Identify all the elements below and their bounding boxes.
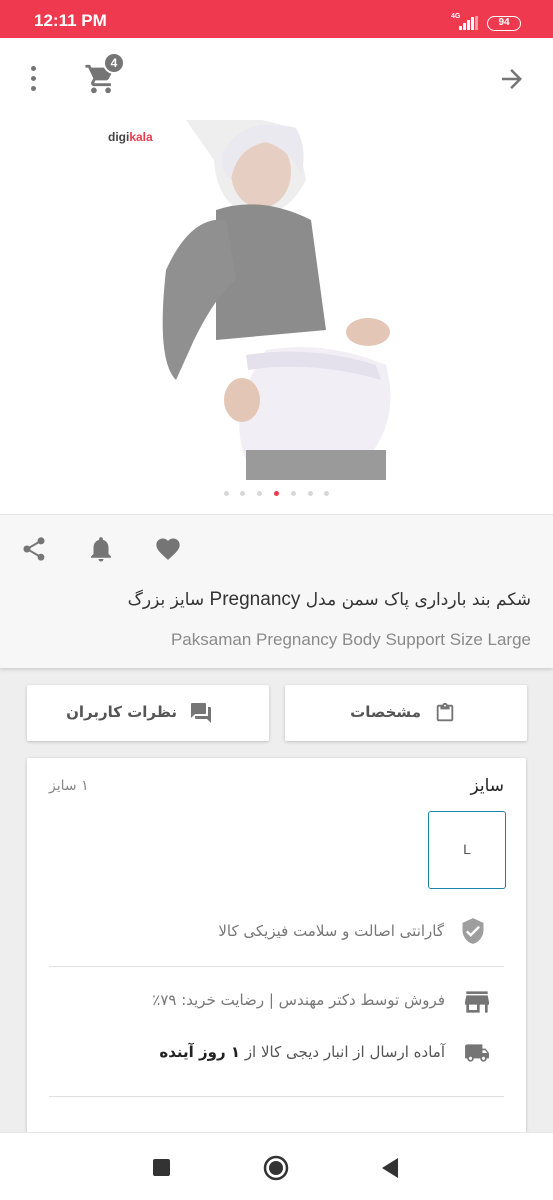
- heart-icon[interactable]: [152, 535, 184, 563]
- product-title-en: Paksaman Pregnancy Body Support Size Lar…: [170, 630, 531, 649]
- pager-dot[interactable]: [224, 491, 229, 496]
- reviews-button[interactable]: نظرات کاربران: [27, 685, 269, 741]
- store-icon: [465, 991, 489, 1013]
- product-gallery[interactable]: digikala: [0, 120, 553, 514]
- chat-icon: [191, 703, 211, 723]
- shield-check-icon: [462, 918, 484, 944]
- product-title-fa: شکم بند بارداری پاک سمن مدل Pregnancy سا…: [127, 589, 531, 610]
- cart-count-badge: 4: [103, 52, 125, 74]
- pager-dot-active[interactable]: [274, 491, 279, 496]
- top-toolbar: 4: [0, 38, 553, 120]
- bell-icon[interactable]: [86, 534, 116, 564]
- gallery-pager: [224, 491, 332, 499]
- product-photo[interactable]: [96, 120, 436, 480]
- share-icon[interactable]: [20, 535, 48, 563]
- specs-label: مشخصات: [350, 703, 421, 721]
- status-time: 12:11 PM: [34, 11, 107, 30]
- signal-icon: [459, 16, 479, 30]
- size-title: سایز: [470, 776, 504, 796]
- pager-dot[interactable]: [324, 491, 329, 496]
- size-count: ۱ سایز: [49, 778, 89, 794]
- battery-level: 94: [498, 17, 510, 28]
- status-bar: 12:11 PM 4G 94: [0, 0, 553, 38]
- size-option-l[interactable]: L: [428, 811, 506, 889]
- divider: [49, 1096, 504, 1097]
- pager-dot[interactable]: [308, 491, 313, 496]
- pager-dot[interactable]: [291, 491, 296, 496]
- truck-icon: [465, 1044, 489, 1062]
- divider: [49, 966, 504, 967]
- specs-button[interactable]: مشخصات: [285, 685, 527, 741]
- more-vert-icon[interactable]: [26, 64, 42, 94]
- battery-icon: 94: [487, 16, 521, 31]
- brand-logo: digikala: [108, 130, 153, 144]
- seller-text[interactable]: فروش توسط دکتر مهندس | رضایت خرید: ۷۹٪: [152, 991, 445, 1009]
- pager-dot[interactable]: [240, 491, 245, 496]
- system-nav-bar: [0, 1132, 553, 1200]
- arrow-forward-icon[interactable]: [497, 64, 527, 94]
- recents-icon[interactable]: [153, 1159, 170, 1176]
- reviews-label: نظرات کاربران: [66, 703, 177, 721]
- home-icon[interactable]: [263, 1155, 289, 1181]
- product-info-card: سایز ۱ سایز L گارانتی اصالت و سلامت فیزی…: [27, 758, 526, 1138]
- back-triangle-icon[interactable]: [380, 1157, 400, 1179]
- shipping-text: آماده ارسال از انبار دیجی کالا از ۱ روز …: [159, 1043, 445, 1061]
- clipboard-icon: [436, 702, 454, 722]
- pager-dot[interactable]: [257, 491, 262, 496]
- guarantee-text: گارانتی اصالت و سلامت فیزیکی کالا: [218, 922, 444, 940]
- product-title-card: شکم بند بارداری پاک سمن مدل Pregnancy سا…: [0, 514, 553, 668]
